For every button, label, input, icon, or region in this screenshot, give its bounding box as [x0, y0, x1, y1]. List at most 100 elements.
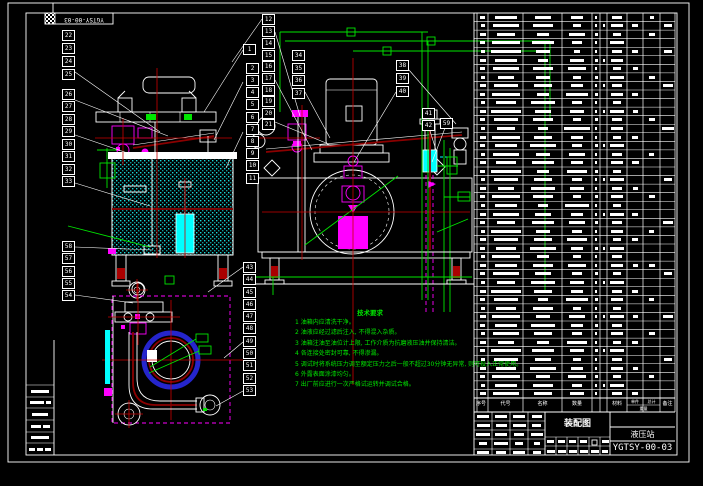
- table-cell-bar: [535, 213, 551, 216]
- table-cell-bar: [612, 118, 622, 121]
- table-cell-bar: [572, 384, 582, 387]
- table-cell-bar: [492, 375, 520, 378]
- table-cell-bar: [496, 161, 516, 164]
- table-cell-bar: [649, 118, 655, 121]
- balloon-29: 29: [62, 126, 75, 137]
- table-cell-bar: [566, 93, 588, 96]
- signature-cell-bar: [532, 424, 541, 427]
- signature-cell-bar: [514, 433, 524, 436]
- table-cell-bar: [571, 290, 583, 293]
- table-cell-bar: [611, 195, 623, 198]
- table-cell-bar: [595, 118, 598, 121]
- table-cell-bar: [569, 221, 585, 224]
- balloon-6: 6: [246, 112, 259, 123]
- titleblock-cell-bar: [547, 450, 555, 453]
- table-cell-bar: [567, 238, 587, 241]
- table-cell-bar: [573, 76, 581, 79]
- table-cell-bar: [664, 50, 672, 53]
- table-cell-bar: [570, 392, 584, 395]
- table-cell-bar: [492, 41, 520, 44]
- table-cell-bar: [481, 384, 485, 387]
- table-cell-bar: [493, 392, 519, 395]
- table-cell-bar: [497, 221, 515, 224]
- table-cell-bar: [568, 375, 586, 378]
- signature-cell-bar: [513, 424, 526, 427]
- table-cell-bar: [611, 230, 623, 233]
- table-cell-bar: [595, 298, 598, 301]
- table-cell-bar: [567, 170, 587, 173]
- table-cell-bar: [532, 349, 554, 352]
- table-cell-bar: [480, 272, 485, 275]
- table-cell-bar: [537, 255, 549, 258]
- table-cell-bar: [595, 230, 597, 233]
- table-cell-bar: [492, 136, 520, 139]
- table-cell-bar: [494, 358, 518, 361]
- table-cell-bar: [536, 230, 550, 233]
- balloon-38: 38: [396, 60, 409, 71]
- balloon-44: 44: [243, 274, 256, 285]
- table-cell-bar: [492, 315, 520, 318]
- table-cell-bar: [633, 67, 638, 70]
- table-cell-bar: [595, 50, 597, 53]
- table-cell-bar: [480, 213, 486, 216]
- table-cell-bar: [633, 187, 638, 190]
- table-cell-bar: [480, 298, 485, 301]
- table-cell-bar: [480, 315, 486, 318]
- note-line: 3 油箱注油至油位计上限, 工作介质为抗磨液压油并保持清洁。: [295, 340, 461, 347]
- signature-cell-bar: [495, 415, 507, 418]
- balloon-36: 36: [292, 75, 305, 86]
- table-cell-bar: [480, 84, 486, 87]
- balloon-59: 59: [440, 118, 453, 129]
- titleblock-cell-bar: [569, 440, 576, 443]
- table-cell-bar: [481, 281, 485, 284]
- balloon-8: 8: [246, 136, 259, 147]
- table-cell-bar: [481, 332, 485, 335]
- table-cell-bar: [595, 204, 597, 207]
- balloon-49: 49: [243, 336, 256, 347]
- table-cell-bar: [495, 144, 517, 147]
- table-cell-bar: [611, 332, 623, 335]
- table-cell-bar: [480, 187, 486, 190]
- table-cell-bar: [611, 24, 623, 27]
- table-cell-bar: [571, 247, 583, 250]
- table-cell-bar: [491, 110, 521, 113]
- table-cell-bar: [610, 384, 624, 387]
- table-cell-bar: [595, 161, 597, 164]
- balloon-35: 35: [292, 63, 305, 74]
- table-cell-bar: [603, 281, 605, 284]
- table-cell-bar: [595, 170, 598, 173]
- table-cell-bar: [534, 178, 552, 181]
- table-cell-bar: [536, 375, 550, 378]
- table-cell-bar: [495, 384, 517, 387]
- table-cell-bar: [603, 213, 605, 216]
- table-cell-bar: [611, 93, 623, 96]
- margin-strip-bar: [37, 448, 43, 451]
- table-cell-bar: [664, 24, 672, 27]
- table-cell-bar: [572, 178, 582, 181]
- table-cell-bar: [481, 255, 485, 258]
- table-cell-bar: [494, 118, 518, 121]
- balloon-40: 40: [396, 86, 409, 97]
- table-cell-bar: [595, 153, 597, 156]
- table-cell-bar: [480, 375, 485, 378]
- table-cell-bar: [498, 76, 514, 79]
- table-cell-bar: [595, 332, 597, 335]
- table-cell-bar: [493, 272, 519, 275]
- table-cell-bar: [568, 67, 586, 70]
- balloon-42: 42: [422, 120, 435, 131]
- table-cell-bar: [538, 127, 548, 130]
- table-cell-bar: [570, 349, 584, 352]
- notes-title: 技术要求: [330, 307, 410, 317]
- table-cell-bar: [480, 341, 486, 344]
- table-cell-bar: [603, 349, 605, 352]
- table-cell-bar: [610, 349, 624, 352]
- note-line: 2 油液应经过滤后注入, 不得混入杂质。: [295, 329, 401, 336]
- table-cell-bar: [496, 367, 516, 370]
- table-cell-bar: [480, 16, 485, 19]
- table-cell-bar: [595, 76, 598, 79]
- table-cell-bar: [649, 264, 655, 267]
- table-cell-bar: [632, 161, 639, 164]
- table-cell-bar: [496, 101, 516, 104]
- table-cell-bar: [494, 84, 518, 87]
- table-cell-bar: [495, 204, 517, 207]
